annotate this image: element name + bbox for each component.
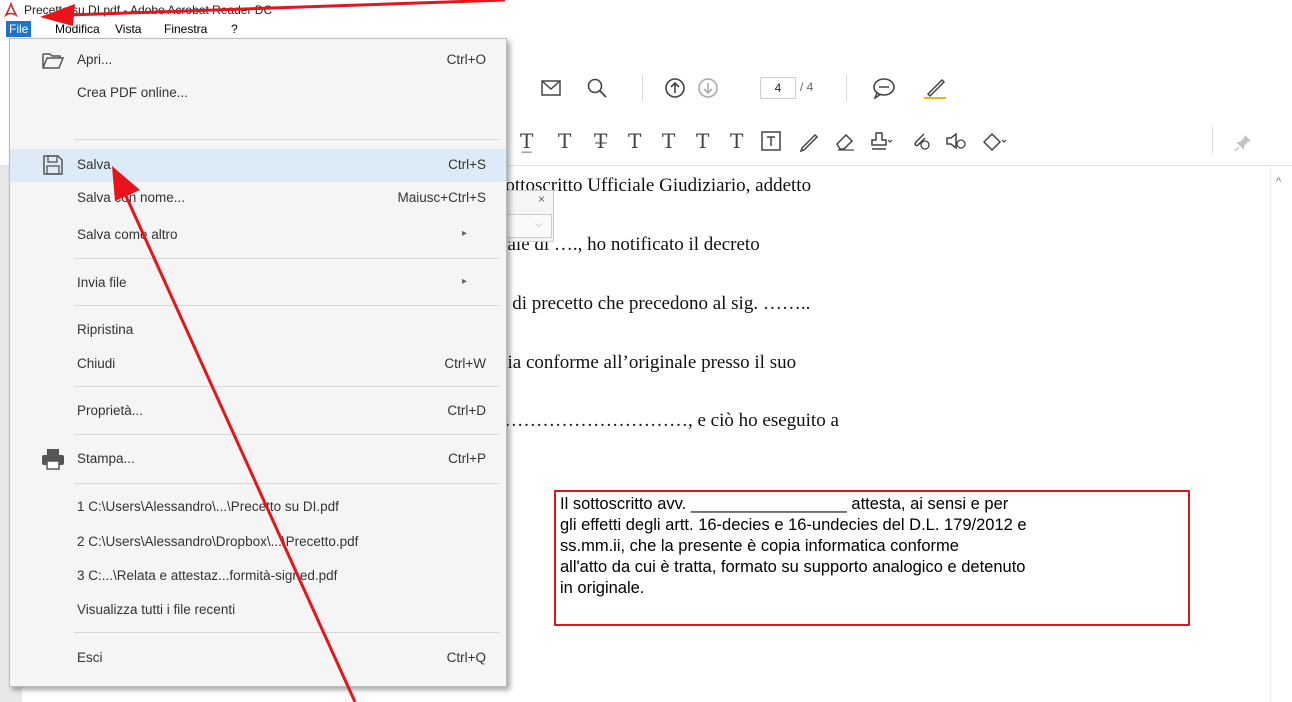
window-title: Precetto su DI.pdf - Adobe Acrobat Reade… — [24, 3, 273, 17]
menu-modifica[interactable]: Modifica — [52, 21, 103, 37]
toolbar-separator — [642, 74, 643, 102]
menu-item-label: Salva con nome... — [77, 190, 186, 205]
document-text-line: …………………………, e ciò ho eseguito a — [498, 410, 839, 431]
menu-item-label: Visualizza tutti i file recenti — [77, 602, 236, 617]
next-page-icon[interactable] — [697, 77, 719, 99]
email-icon[interactable] — [540, 78, 562, 98]
certification-line: in originale. — [560, 579, 645, 597]
search-icon[interactable] — [586, 77, 608, 99]
menu-item-all-recent-files[interactable]: Visualizza tutti i file recenti — [10, 594, 506, 627]
menu-item-stampa[interactable]: Stampa... Ctrl+P — [10, 443, 506, 476]
menu-item-label: Salva — [77, 157, 111, 172]
menu-bar: File Modifica Vista Finestra ? — [0, 20, 1292, 38]
menu-item-label: 2 C:\Users\Alessandro\Dropbox\...\Precet… — [77, 534, 359, 549]
highlight-text-icon[interactable]: T — [696, 130, 709, 152]
record-audio-icon[interactable] — [944, 130, 968, 152]
certification-line: all'atto da cui è tratta, formato su sup… — [560, 558, 1026, 576]
menu-separator — [74, 305, 500, 306]
printer-icon — [42, 449, 64, 470]
menu-shortcut: Ctrl+O — [446, 52, 486, 67]
toolbar-separator — [846, 74, 847, 102]
menu-item-label: Salva come altro — [77, 227, 178, 242]
menu-shortcut: Ctrl+W — [444, 356, 486, 371]
page-total-label: / 4 — [800, 80, 814, 94]
pdf-app-icon — [3, 2, 19, 18]
menu-file[interactable]: File — [6, 21, 32, 37]
document-text-line: pia conforme all’originale presso il suo — [498, 352, 797, 373]
pencil-icon[interactable] — [798, 130, 820, 152]
menu-item-label: Chiudi — [77, 356, 116, 371]
menu-item-label: Stampa... — [77, 451, 135, 466]
pin-icon[interactable] — [1233, 133, 1253, 153]
previous-page-icon[interactable] — [664, 77, 686, 99]
text-comment-icon[interactable]: T — [558, 130, 571, 152]
menu-separator — [74, 632, 500, 633]
menu-item-salva-come-altro[interactable]: Salva come altro ▸ — [10, 219, 506, 252]
menu-item-apri[interactable]: Apri... Ctrl+O — [10, 44, 506, 77]
menu-shortcut: Maiusc+Ctrl+S — [397, 190, 486, 205]
add-text-icon[interactable]: T — [730, 130, 743, 152]
menu-separator — [74, 483, 500, 484]
menu-shortcut: Ctrl+S — [448, 157, 486, 172]
menu-item-ripristina[interactable]: Ripristina — [10, 314, 506, 347]
menu-item-label: Invia file — [77, 275, 127, 290]
shapes-icon[interactable] — [980, 130, 1008, 152]
menu-item-label: 3 C:...\Relata e attestaz...formità-sign… — [77, 568, 338, 583]
menu-item-recent-file-1[interactable]: 1 C:\Users\Alessandro\...\Precetto su DI… — [10, 491, 506, 524]
menu-item-recent-file-2[interactable]: 2 C:\Users\Alessandro\Dropbox\...\Precet… — [10, 526, 506, 559]
menu-separator — [74, 434, 500, 435]
menu-separator — [74, 386, 500, 387]
menu-item-crea-pdf-online[interactable]: Crea PDF online... — [10, 77, 506, 110]
menu-item-label: 1 C:\Users\Alessandro\...\Precetto su DI… — [77, 499, 339, 514]
menu-shortcut: Ctrl+Q — [446, 650, 486, 665]
close-icon[interactable]: × — [538, 192, 545, 206]
certification-box: Il sottoscritto avv. _________________ a… — [554, 490, 1190, 626]
insert-text-icon[interactable]: T — [662, 130, 675, 152]
menu-item-label: Ripristina — [77, 322, 134, 337]
menu-item-esci[interactable]: Esci Ctrl+Q — [10, 642, 506, 675]
certification-line: gli effetti degli artt. 16-decies e 16-u… — [560, 516, 1027, 534]
stamp-icon[interactable] — [868, 130, 894, 152]
dialog-dropdown[interactable] — [500, 214, 552, 238]
comment-icon[interactable] — [872, 77, 896, 99]
eraser-icon[interactable] — [834, 130, 856, 152]
scroll-up-icon[interactable]: ^ — [1276, 176, 1281, 188]
menu-item-chiudi[interactable]: Chiudi Ctrl+W — [10, 348, 506, 381]
menu-vista[interactable]: Vista — [112, 21, 144, 37]
menu-finestra[interactable]: Finestra — [161, 21, 210, 37]
vertical-scrollbar[interactable] — [1270, 166, 1292, 702]
menu-item-invia-file[interactable]: Invia file ▸ — [10, 267, 506, 300]
menu-separator — [74, 139, 500, 140]
strikethrough-icon[interactable]: T̶ — [594, 130, 607, 152]
page-number-input[interactable]: 4 — [760, 77, 796, 99]
sign-pen-icon[interactable] — [922, 76, 948, 100]
menu-item-recent-file-3[interactable]: 3 C:...\Relata e attestaz...formità-sign… — [10, 560, 506, 593]
underline-text-icon[interactable]: T̲ — [520, 130, 533, 152]
menu-item-label: Apri... — [77, 52, 113, 67]
certification-line: Il sottoscritto avv. _________________ a… — [560, 495, 1009, 513]
title-bar: Precetto su DI.pdf - Adobe Acrobat Reade… — [0, 0, 1292, 20]
document-text-line: o di precetto che precedono al sig. …….. — [498, 293, 811, 314]
menu-shortcut: Ctrl+P — [448, 451, 486, 466]
menu-help[interactable]: ? — [228, 21, 241, 37]
text-box-icon[interactable] — [760, 130, 782, 152]
menu-item-label: Crea PDF online... — [77, 85, 189, 100]
replace-text-icon[interactable]: T — [628, 130, 641, 152]
menu-item-label: Esci — [77, 650, 103, 665]
certification-line: ss.mm.ii, che la presente è copia inform… — [560, 537, 959, 555]
toolbar-separator — [1212, 126, 1213, 154]
menu-item-salva-con-nome[interactable]: Salva con nome... Maiusc+Ctrl+S — [10, 182, 506, 215]
menu-shortcut: Ctrl+D — [447, 403, 486, 418]
submenu-arrow-icon: ▸ — [462, 276, 468, 287]
file-menu-dropdown: Apri... Ctrl+O Crea PDF online... Salva … — [9, 38, 507, 687]
menu-item-proprieta[interactable]: Proprietà... Ctrl+D — [10, 395, 506, 428]
chevron-down-icon: ⌵ — [535, 219, 543, 230]
attach-file-icon[interactable] — [910, 130, 932, 152]
menu-item-salva[interactable]: Salva Ctrl+S — [10, 149, 506, 182]
folder-open-icon — [42, 53, 65, 69]
menu-separator — [74, 258, 500, 259]
save-icon — [43, 155, 63, 175]
submenu-arrow-icon: ▸ — [462, 228, 468, 239]
menu-item-label: Proprietà... — [77, 403, 144, 418]
